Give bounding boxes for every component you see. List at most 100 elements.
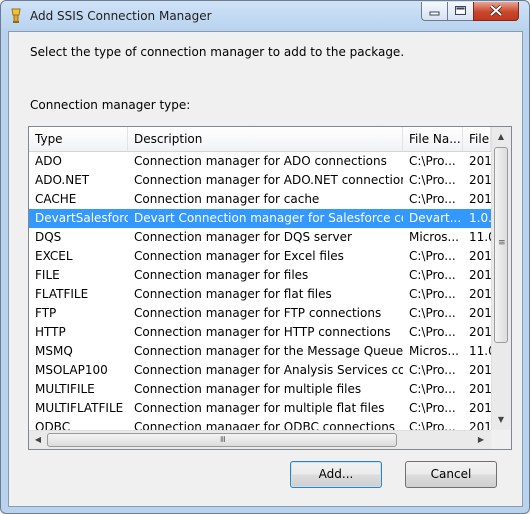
cell-type: EXCEL: [35, 249, 73, 263]
cell-file-name: C:\Pro...: [409, 401, 456, 415]
cell-description: Connection manager for the Message Queue…: [134, 344, 403, 358]
cell-type: FLATFILE: [35, 287, 89, 301]
cell-type: HTTP: [35, 325, 66, 339]
table-row[interactable]: ADO.NET Connection manager for ADO.NET co…: [29, 171, 491, 190]
cell-description: Connection manager for ADO connections: [134, 154, 387, 168]
column-header-file-name[interactable]: File Na...: [403, 127, 463, 151]
cell-type: MSOLAP100: [35, 363, 108, 377]
cell-type: CACHE: [35, 192, 77, 206]
title-bar[interactable]: Add SSIS Connection Manager: [1, 1, 529, 31]
minimize-icon: [429, 11, 440, 16]
cell-file: 11.0: [469, 344, 491, 358]
table-row[interactable]: HTTP Connection manager for HTTP connecti…: [29, 323, 491, 342]
cell-description: Connection manager for DQS server: [134, 230, 352, 244]
grip-icon: ≡: [498, 238, 506, 248]
cell-file-name: C:\Pro...: [409, 192, 456, 206]
cell-type: FTP: [35, 306, 57, 320]
column-header-file[interactable]: File: [463, 127, 491, 151]
cell-type: ADO.NET: [35, 173, 90, 187]
vertical-scrollbar[interactable]: ▲ ≡ ▼: [491, 127, 511, 430]
cell-file: 201: [469, 154, 491, 168]
cell-file-name: C:\Pro...: [409, 173, 456, 187]
cell-file-name: C:\Pro...: [409, 382, 456, 396]
table-row[interactable]: FILE Connection manager for files C:\Pro..…: [29, 266, 491, 285]
cell-file: 201: [469, 401, 491, 415]
connection-type-label: Connection manager type:: [30, 98, 190, 112]
cell-file-name: C:\Pro...: [409, 287, 456, 301]
maximize-button[interactable]: [447, 2, 474, 21]
cell-file: 201: [469, 173, 491, 187]
cell-file-name: C:\Pro...: [409, 363, 456, 377]
connection-type-label-text: Connection manager type:: [30, 98, 191, 112]
table-row[interactable]: CACHE Connection manager for cache C:\Pro.…: [29, 190, 491, 209]
cell-file: 201: [469, 192, 491, 206]
cell-type: MULTIFILE: [35, 382, 95, 396]
table-row[interactable]: ADO Connection manager for ADO connection…: [29, 152, 491, 171]
cell-description: Connection manager for multiple files: [134, 382, 362, 396]
close-icon: [489, 4, 503, 17]
scroll-right-arrow-icon[interactable]: ▶: [473, 432, 489, 448]
cell-file-name: C:\Pro...: [409, 268, 456, 282]
cell-description: Connection manager for ADO.NET connectio…: [134, 173, 403, 187]
cell-description: Connection manager for cache: [134, 192, 320, 206]
close-button[interactable]: [473, 2, 519, 21]
table-row[interactable]: MSMQ Connection manager for the Message Q…: [29, 342, 491, 361]
cell-file: 201: [469, 325, 491, 339]
table-row[interactable]: DQS Connection manager for DQS server Micr…: [29, 228, 491, 247]
cell-file-name: Micros...: [409, 344, 459, 358]
grip-icon: ≡: [216, 435, 227, 443]
cell-file-name: Devart...: [409, 211, 462, 225]
cell-type: MSMQ: [35, 344, 73, 358]
scroll-up-arrow-icon[interactable]: ▲: [493, 129, 509, 145]
cell-file: 201: [469, 363, 491, 377]
ssis-app-icon: [11, 8, 21, 23]
cell-description: Connection manager for multiple flat fil…: [134, 401, 385, 415]
cell-type: ADO: [35, 154, 62, 168]
table-row[interactable]: FLATFILE Connection manager for flat file…: [29, 285, 491, 304]
add-button[interactable]: Add...: [290, 461, 382, 488]
vertical-scroll-thumb[interactable]: ≡: [494, 147, 508, 343]
cell-file: 201: [469, 306, 491, 320]
instruction-text: Select the type of connection manager to…: [30, 45, 405, 59]
column-header-description[interactable]: Description: [128, 127, 403, 151]
cell-file-name: C:\Pro...: [409, 306, 456, 320]
cell-description: Connection manager for files: [134, 268, 309, 282]
cell-description: Devart Connection manager for Salesforce…: [134, 211, 403, 225]
horizontal-scrollbar[interactable]: ◀ ≡ ▶: [29, 430, 491, 449]
window-title: Add SSIS Connection Manager: [30, 9, 212, 23]
cancel-button-label: Cancel: [430, 467, 472, 481]
cell-file: 11.0: [469, 230, 491, 244]
scroll-left-arrow-icon[interactable]: ◀: [30, 432, 46, 448]
column-header-type[interactable]: Type: [29, 127, 128, 151]
cell-file: 201: [469, 382, 491, 396]
cell-file-name: Micros...: [409, 230, 459, 244]
cell-file: 201: [469, 249, 491, 263]
scrollbar-corner: [491, 430, 511, 449]
table-row[interactable]: MULTIFLATFILE Connection manager for mult…: [29, 399, 491, 418]
cancel-button[interactable]: Cancel: [405, 461, 497, 488]
table-row[interactable]: FTP Connection manager for FTP connection…: [29, 304, 491, 323]
cell-type: FILE: [35, 268, 60, 282]
cell-file: 201: [469, 287, 491, 301]
horizontal-scroll-thumb[interactable]: ≡: [47, 433, 397, 447]
cell-description: Connection manager for FTP connections: [134, 306, 382, 320]
scroll-down-arrow-icon[interactable]: ▼: [493, 412, 509, 428]
table-row[interactable]: EXCEL Connection manager for Excel files C…: [29, 247, 491, 266]
cell-file-name: C:\Pro...: [409, 249, 456, 263]
cell-type: DQS: [35, 230, 62, 244]
table-row[interactable]: MSOLAP100 Connection manager for Analysis…: [29, 361, 491, 380]
table-row[interactable]: MULTIFILE Connection manager for multiple…: [29, 380, 491, 399]
cell-type: MULTIFLATFILE: [35, 401, 124, 415]
dialog-client-area: Select the type of connection manager to…: [8, 31, 523, 507]
cell-file-name: C:\Pro...: [409, 325, 456, 339]
cell-description: Connection manager for flat files: [134, 287, 332, 301]
cell-type: DevartSalesforce: [35, 211, 128, 225]
cell-description: Connection manager for Analysis Services…: [134, 363, 403, 377]
cell-file: 201: [469, 268, 491, 282]
add-button-label: Add...: [318, 467, 354, 481]
connection-type-list[interactable]: Type Description File Na... File ADO Conn…: [28, 126, 512, 450]
cell-description: Connection manager for HTTP connections: [134, 325, 391, 339]
minimize-button[interactable]: [421, 2, 448, 21]
table-row[interactable]: DevartSalesforce Devart Connection manage…: [29, 209, 491, 228]
maximize-icon: [455, 6, 466, 15]
